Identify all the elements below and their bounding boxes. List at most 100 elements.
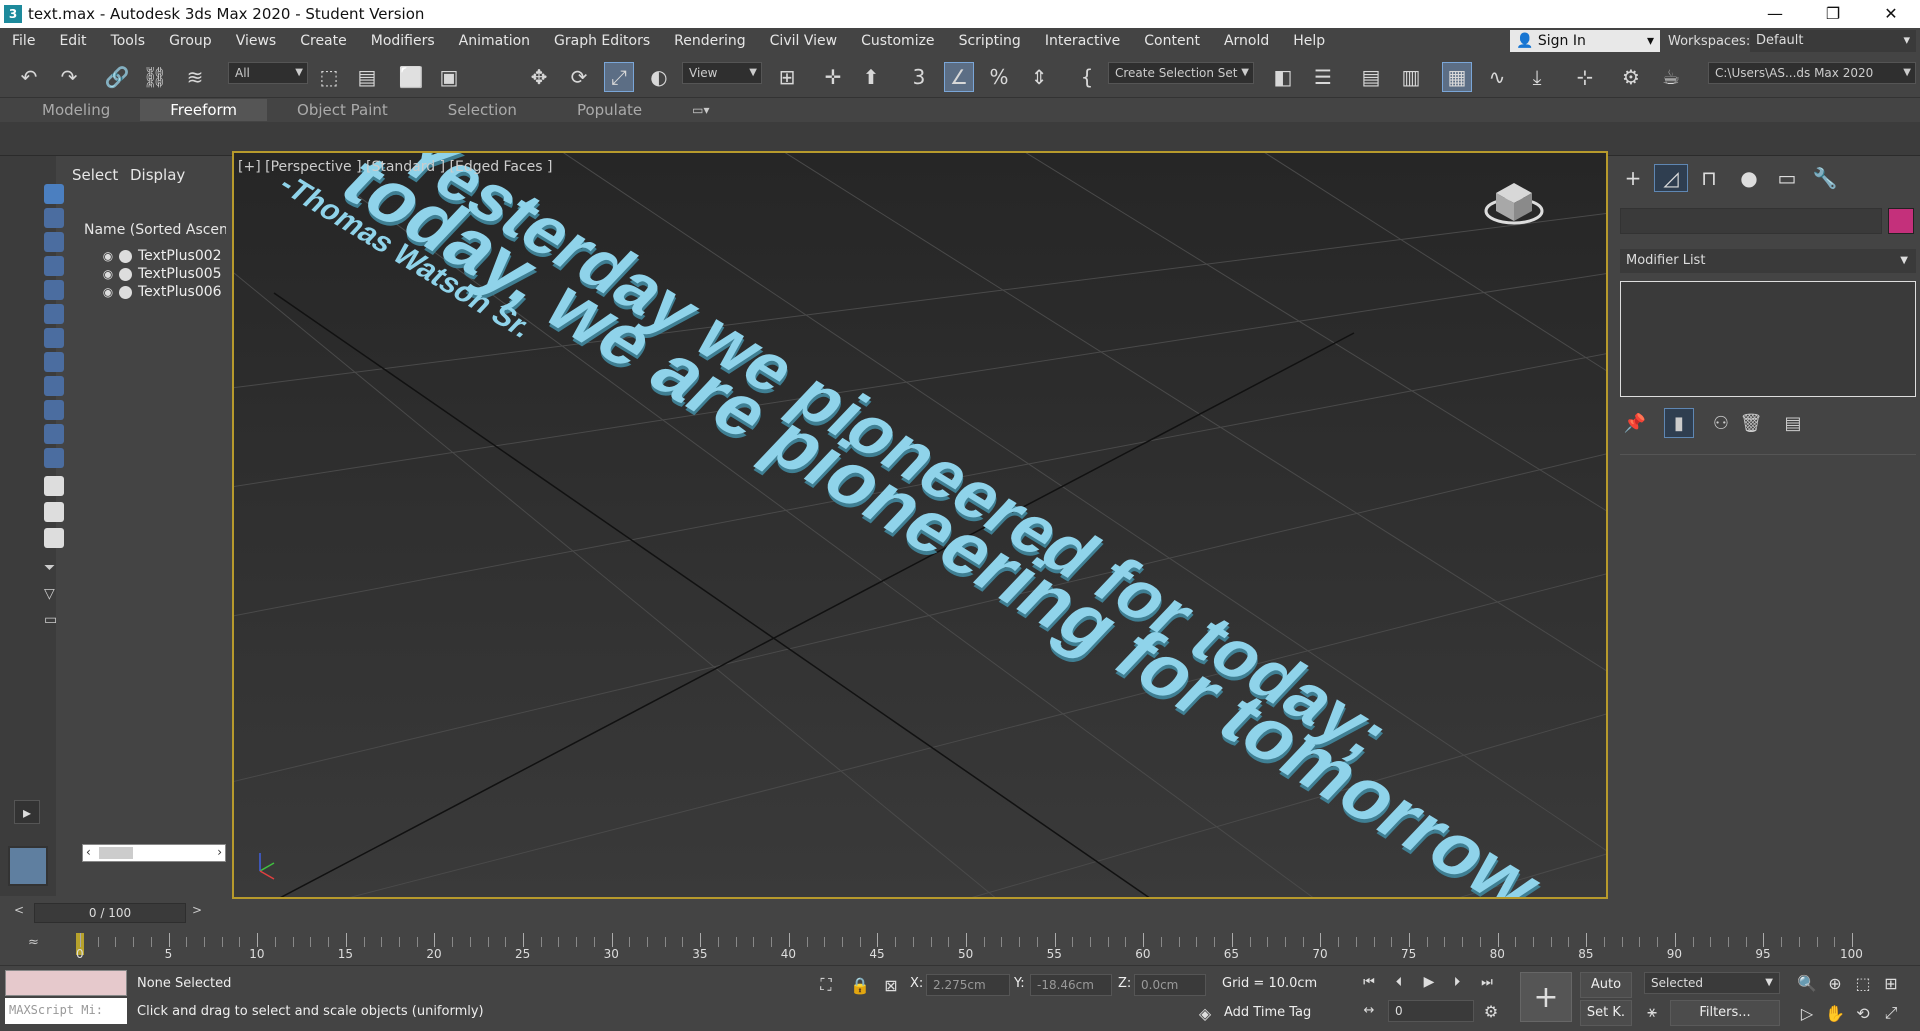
tab-populate[interactable]: Populate [547,99,672,121]
menu-create[interactable]: Create [288,33,359,49]
display-spacewarps-icon[interactable] [44,304,64,324]
maxscript-mini-listener[interactable]: MAXScript Mi: [5,998,127,1024]
spinner-snap-icon[interactable]: ⇕ [1024,62,1054,92]
display-lights-icon[interactable] [44,232,64,252]
key-mode-toggle-icon[interactable]: ↔ [1360,1000,1378,1020]
menu-group[interactable]: Group [157,33,224,49]
current-frame-field[interactable]: 0 [1388,1000,1474,1022]
workspace-dropdown[interactable]: Default ▾ [1750,30,1916,52]
display-shapes-icon[interactable] [44,208,64,228]
layer-explorer-icon[interactable]: ▥ [1396,62,1426,92]
ribbon-options-icon[interactable]: ▭▾ [692,103,709,117]
window-crossing-icon[interactable]: ▣ [434,62,464,92]
auto-key-button[interactable]: Auto [1580,972,1632,998]
keyboard-shortcut-icon[interactable]: ⬆ [856,62,886,92]
perspective-viewport[interactable]: Yesterday we pioneered for today; Yester… [232,151,1608,899]
restore-button[interactable]: ❐ [1804,0,1862,28]
display-containers-icon[interactable] [44,400,64,420]
next-frame-icon[interactable]: > [192,903,202,917]
tab-freeform[interactable]: Freeform [140,99,268,121]
tab-object-paint[interactable]: Object Paint [267,99,418,121]
menu-rendering[interactable]: Rendering [662,33,758,49]
configure-modifier-sets-icon[interactable]: ▤ [1778,408,1808,438]
time-configuration-icon[interactable]: ⚙ [1480,1000,1502,1022]
modifier-list-dropdown[interactable]: Modifier List ▼ [1620,249,1916,273]
toggle-ribbon-icon[interactable]: ▦ [1442,62,1472,92]
tab-select[interactable]: Select [72,166,118,184]
key-filters-figure-icon[interactable]: ⚹ [1640,1000,1664,1024]
make-unique-icon[interactable]: ⚇ [1706,408,1736,438]
scroll-thumb[interactable] [99,847,133,859]
select-object-icon[interactable]: ⬚ [314,62,344,92]
display-helpers-icon[interactable] [44,280,64,300]
app-icon[interactable]: 3 [4,5,22,23]
list-item[interactable]: ◉ TextPlus006 [100,282,222,302]
show-end-result-icon[interactable]: ▮ [1664,408,1694,438]
y-coordinate-field[interactable]: -18.46cm [1030,974,1112,996]
isolate-selection-icon[interactable]: ⛶ [814,974,838,996]
menu-civil-view[interactable]: Civil View [758,33,849,49]
play-icon[interactable]: ▶ [1420,972,1438,992]
set-key-big-icon[interactable]: + [1520,972,1572,1022]
viewport-canvas[interactable]: Yesterday we pioneered for today; Yester… [234,153,1608,899]
display-none-icon[interactable] [44,502,64,522]
undo-icon[interactable]: ↶ [14,62,44,92]
display-bones-icon[interactable] [44,376,64,396]
display-xrefs-icon[interactable] [44,352,64,372]
filter-icon[interactable]: ⏷ [44,560,64,580]
named-selection-set-dropdown[interactable]: Create Selection Set ▼ [1108,62,1254,84]
create-tab-icon[interactable]: + [1616,164,1650,192]
previous-frame-icon[interactable]: < [14,903,24,917]
filters-button[interactable]: Filters... [1670,1000,1780,1026]
display-cameras-icon[interactable] [44,256,64,276]
object-name-field[interactable] [1620,208,1882,234]
z-coordinate-field[interactable]: 0.0cm [1134,974,1206,996]
absolute-mode-icon[interactable]: ⊠ [880,974,902,996]
pivot-center-icon[interactable]: ⊞ [772,62,802,92]
track-bar[interactable]: ≈ 0 5 10 15 20 25 30 35 40 45 50 55 60 65 70 75 80 85 90 95… [0,925,1920,965]
go-to-start-icon[interactable]: ⏮ [1360,972,1378,992]
time-slider[interactable]: 0 / 100 [34,903,186,923]
viewport-layout-icon[interactable] [8,846,48,886]
utilities-tab-icon[interactable]: 🔧 [1808,164,1842,192]
zoom-icon[interactable]: 🔍 [1796,972,1818,994]
menu-graph-editors[interactable]: Graph Editors [542,33,662,49]
render-icon[interactable] [119,267,132,281]
list-item[interactable]: ◉ TextPlus002 [100,246,222,266]
tab-modeling[interactable]: Modeling [12,99,140,121]
schematic-view-icon[interactable]: ⊹ [1570,62,1600,92]
project-path-dropdown[interactable]: C:\Users\AS...ds Max 2020 ▼ [1708,62,1916,84]
render-icon[interactable]: ☕ [1656,62,1686,92]
horizontal-scrollbar[interactable]: ‹ › [82,844,226,862]
set-key-button[interactable]: Set K. [1580,1000,1632,1026]
close-button[interactable]: ✕ [1862,0,1920,28]
menu-animation[interactable]: Animation [447,33,542,49]
render-icon[interactable] [119,249,132,263]
snaps-toggle-icon[interactable]: 3 [904,62,934,92]
display-tab-icon[interactable]: ▭ [1770,164,1804,192]
orbit-icon[interactable]: ⟲ [1852,1002,1874,1024]
menu-scripting[interactable]: Scripting [947,33,1033,49]
menu-tools[interactable]: Tools [99,33,158,49]
display-groups-icon[interactable] [44,328,64,348]
eye-icon[interactable]: ◉ [100,267,116,281]
align-icon[interactable]: ☰ [1308,62,1338,92]
go-to-end-icon[interactable]: ⏭ [1478,972,1496,992]
viewport-label[interactable]: [+] [Perspective ] [Standard ] [Edged Fa… [238,159,552,175]
scale-icon[interactable]: ⤢ [604,62,634,92]
mirror-icon[interactable]: ◧ [1268,62,1298,92]
menu-interactive[interactable]: Interactive [1033,33,1132,49]
select-manipulate-icon[interactable]: ✛ [818,62,848,92]
scroll-left-icon[interactable]: ‹ [86,845,91,859]
tab-display[interactable]: Display [130,166,185,184]
display-geometry-icon[interactable] [44,184,64,204]
eye-icon[interactable]: ◉ [100,249,116,263]
render-icon[interactable] [119,285,132,299]
hierarchy-tab-icon[interactable]: ⊓ [1692,164,1726,192]
sign-in-button[interactable]: 👤 Sign In ▾ [1510,30,1660,52]
funnel-icon[interactable]: ▽ [44,586,64,606]
menu-file[interactable]: File [0,33,47,49]
previous-key-icon[interactable]: ⏴ [1390,972,1408,992]
pan-view-icon[interactable]: ✋ [1824,1002,1846,1024]
menu-help[interactable]: Help [1281,33,1337,49]
